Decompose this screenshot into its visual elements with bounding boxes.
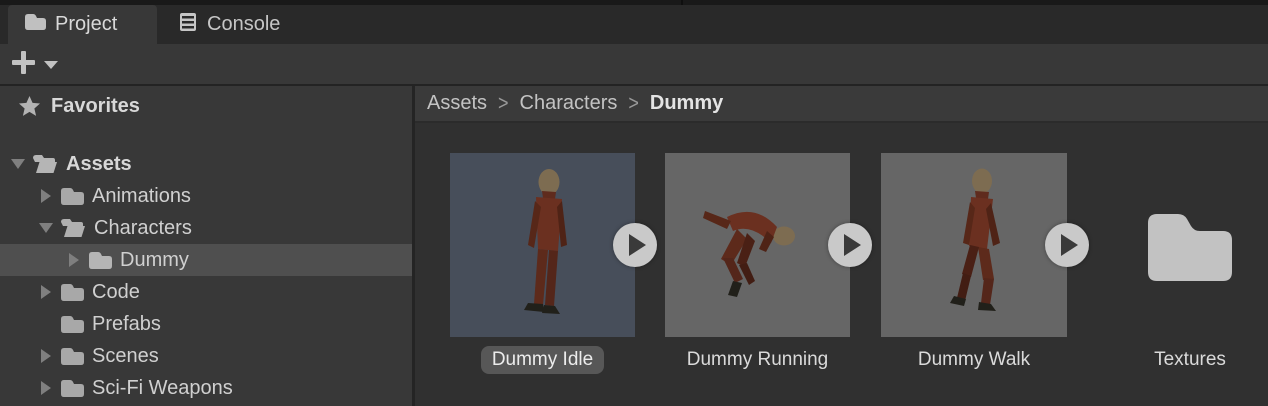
project-browser-panel: Project Console Favorites bbox=[0, 0, 1268, 406]
asset-thumbnail-dummy-walk[interactable] bbox=[881, 153, 1067, 337]
tab-bar: Project Console bbox=[0, 5, 1268, 44]
triangle-right-icon[interactable] bbox=[38, 284, 54, 300]
sidebar-item-label: Favorites bbox=[51, 95, 140, 118]
sidebar-item-label: Prefabs bbox=[92, 313, 161, 336]
asset-label-dummy-walk: Dummy Walk bbox=[881, 345, 1067, 375]
sidebar-item-favorites[interactable]: Favorites bbox=[0, 90, 412, 122]
sidebar-item-dummy[interactable]: Dummy bbox=[0, 244, 412, 276]
folder-icon bbox=[88, 251, 112, 270]
folder-icon bbox=[1142, 205, 1238, 287]
breadcrumb-segment-dummy[interactable]: Dummy bbox=[650, 92, 723, 115]
folder-tree-sidebar: Favorites Assets Animations Characters bbox=[0, 86, 412, 406]
sidebar-item-scifi-weapons[interactable]: Sci-Fi Weapons bbox=[0, 372, 412, 404]
folder-icon bbox=[60, 347, 84, 366]
sidebar-item-label: Animations bbox=[92, 185, 191, 208]
folder-icon bbox=[60, 315, 84, 334]
asset-label-dummy-idle: Dummy Idle bbox=[450, 345, 635, 375]
chevron-right-icon: > bbox=[628, 91, 639, 116]
play-icon[interactable] bbox=[613, 223, 657, 267]
create-asset-button[interactable] bbox=[10, 51, 58, 79]
play-icon[interactable] bbox=[1045, 223, 1089, 267]
sidebar-item-label: Scenes bbox=[92, 345, 159, 368]
breadcrumb: Assets > Characters > Dummy bbox=[415, 86, 1268, 123]
asset-pane: Assets > Characters > Dummy bbox=[415, 86, 1268, 406]
triangle-down-icon[interactable] bbox=[10, 156, 26, 172]
animation-preview-running bbox=[665, 153, 850, 337]
triangle-right-icon[interactable] bbox=[38, 348, 54, 364]
folder-icon bbox=[60, 187, 84, 206]
asset-label-dummy-running: Dummy Running bbox=[665, 345, 850, 375]
sidebar-item-prefabs[interactable]: Prefabs bbox=[0, 308, 412, 340]
arrow-spacer bbox=[38, 316, 54, 332]
breadcrumb-segment-assets[interactable]: Assets bbox=[427, 92, 487, 115]
play-icon[interactable] bbox=[828, 223, 872, 267]
tab-project[interactable]: Project bbox=[8, 5, 157, 44]
asset-label-textures: Textures bbox=[1098, 345, 1268, 375]
triangle-right-icon[interactable] bbox=[38, 188, 54, 204]
sidebar-item-assets[interactable]: Assets bbox=[0, 148, 412, 180]
breadcrumb-segment-characters[interactable]: Characters bbox=[520, 92, 618, 115]
folder-icon bbox=[24, 13, 46, 37]
sidebar-item-label: Assets bbox=[66, 153, 132, 176]
asset-grid: Dummy Idle Dummy Running Dummy Walk Text… bbox=[415, 125, 1268, 406]
sidebar-item-label: Characters bbox=[94, 217, 192, 240]
asset-thumbnail-dummy-running[interactable] bbox=[665, 153, 850, 337]
animation-preview-walk bbox=[881, 153, 1067, 337]
plus-icon bbox=[10, 49, 37, 81]
open-folder-icon bbox=[60, 218, 86, 238]
asset-thumbnail-dummy-idle[interactable] bbox=[450, 153, 635, 337]
chevron-right-icon: > bbox=[498, 91, 509, 116]
triangle-down-icon[interactable] bbox=[38, 220, 54, 236]
sidebar-item-label: Dummy bbox=[120, 249, 189, 272]
console-icon bbox=[178, 12, 198, 38]
animation-preview-idle bbox=[450, 153, 635, 337]
tab-label: Project bbox=[55, 13, 117, 36]
sidebar-item-animations[interactable]: Animations bbox=[0, 180, 412, 212]
tab-label: Console bbox=[207, 13, 280, 36]
sidebar-item-code[interactable]: Code bbox=[0, 276, 412, 308]
caret-down-icon bbox=[44, 61, 58, 69]
folder-icon bbox=[60, 283, 84, 302]
triangle-right-icon[interactable] bbox=[38, 380, 54, 396]
sidebar-item-label: Code bbox=[92, 281, 140, 304]
sidebar-item-label: Sci-Fi Weapons bbox=[92, 377, 233, 400]
asset-folder-textures[interactable] bbox=[1142, 205, 1238, 292]
selected-label-pill: Dummy Idle bbox=[481, 346, 604, 374]
folder-icon bbox=[60, 379, 84, 398]
open-folder-icon bbox=[32, 154, 58, 174]
star-icon bbox=[18, 95, 41, 117]
tab-console[interactable]: Console bbox=[162, 5, 296, 44]
triangle-right-icon[interactable] bbox=[66, 252, 82, 268]
sidebar-item-characters[interactable]: Characters bbox=[0, 212, 412, 244]
sidebar-item-scenes[interactable]: Scenes bbox=[0, 340, 412, 372]
project-toolbar bbox=[0, 44, 1268, 86]
